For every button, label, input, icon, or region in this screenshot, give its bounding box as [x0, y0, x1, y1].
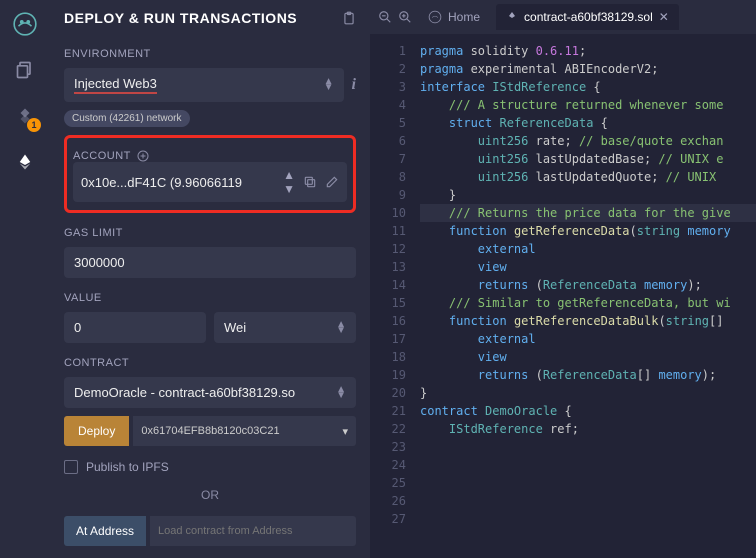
at-address-input[interactable] [150, 516, 356, 546]
at-address-button[interactable]: At Address [64, 516, 146, 546]
chevron-icon: ▲▼ [336, 322, 346, 334]
add-account-icon[interactable] [137, 150, 149, 162]
value-label: VALUE [64, 292, 356, 304]
publish-checkbox-row[interactable]: Publish to IPFS [64, 460, 356, 474]
chevron-icon: ▲▼ [283, 168, 295, 196]
checkbox[interactable] [64, 460, 78, 474]
gas-limit-label: GAS LIMIT [64, 227, 356, 239]
tab-contract-file[interactable]: contract-a60bf38129.sol ✕ [496, 4, 679, 30]
network-pill: Custom (42261) network [64, 110, 190, 127]
info-icon[interactable]: i [352, 76, 356, 94]
close-icon[interactable]: ✕ [659, 10, 669, 24]
deploy-address-input[interactable]: 0x61704EFB8b8120c03C21 ▾ [133, 416, 356, 446]
editor-pane: Home contract-a60bf38129.sol ✕ 123456789… [370, 0, 756, 558]
clipboard-icon[interactable] [342, 11, 356, 25]
panel-header: DEPLOY & RUN TRANSACTIONS [64, 10, 356, 26]
publish-label: Publish to IPFS [86, 460, 169, 474]
contract-select[interactable]: DemoOracle - contract-a60bf38129.so ▲▼ [64, 377, 356, 408]
editor-toolbar: Home contract-a60bf38129.sol ✕ [370, 0, 756, 34]
edit-icon[interactable] [325, 175, 339, 189]
environment-label: ENVIRONMENT [64, 48, 356, 60]
deploy-button[interactable]: Deploy [64, 416, 129, 446]
badge: 1 [27, 118, 41, 132]
code-content[interactable]: pragma solidity 0.6.11;pragma experiment… [420, 34, 756, 558]
solidity-icon[interactable]: 1 [11, 102, 39, 130]
logo-icon[interactable] [11, 10, 39, 38]
copy-icon[interactable] [303, 175, 317, 189]
files-icon[interactable] [11, 56, 39, 84]
account-select[interactable]: 0x10e...dF41C (9.96066119 ▲▼ [73, 162, 347, 202]
or-separator: OR [64, 488, 356, 502]
chevron-down-icon: ▾ [342, 425, 348, 438]
contract-label: CONTRACT [64, 357, 356, 369]
tab-home[interactable]: Home [418, 4, 490, 30]
chevron-icon: ▲▼ [324, 79, 334, 91]
gas-limit-input[interactable]: 3000000 [64, 247, 356, 278]
icon-sidebar: 1 [0, 0, 50, 558]
chevron-icon: ▲▼ [336, 387, 346, 399]
value-amount-input[interactable]: 0 [64, 312, 206, 343]
account-label: ACCOUNT [73, 150, 347, 162]
deploy-panel: DEPLOY & RUN TRANSACTIONS ENVIRONMENT In… [50, 0, 370, 558]
zoom-in-icon[interactable] [398, 10, 412, 24]
panel-title: DEPLOY & RUN TRANSACTIONS [64, 10, 297, 26]
account-highlight: ACCOUNT 0x10e...dF41C (9.96066119 ▲▼ [64, 135, 356, 213]
value-unit-select[interactable]: Wei ▲▼ [214, 312, 356, 343]
deploy-icon[interactable] [11, 148, 39, 176]
environment-select[interactable]: Injected Web3 ▲▼ [64, 68, 344, 102]
zoom-out-icon[interactable] [378, 10, 392, 24]
code-area[interactable]: 1234567891011121314151617181920212223242… [370, 34, 756, 558]
line-gutter: 1234567891011121314151617181920212223242… [370, 34, 420, 558]
